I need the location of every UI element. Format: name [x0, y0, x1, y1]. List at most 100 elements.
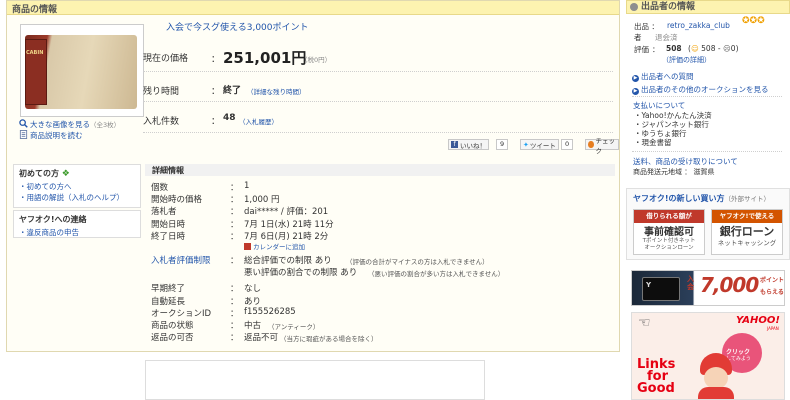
detail-value: 中古 [244, 321, 262, 331]
item-info-header: 商品の情報 [7, 1, 619, 15]
detail-value: なし [244, 284, 262, 295]
rating-breakdown: (☺ 508 - ☹0) [688, 44, 739, 53]
bad-rating-icon: ☹ [722, 44, 731, 53]
detail-label: 早期終了 [151, 284, 186, 295]
detail-label: 開始日時 [151, 219, 186, 230]
bad-count: 0 [730, 44, 736, 53]
seller-info-title: 出品者の情報 [641, 2, 696, 12]
detail-label: 開始時の価格 [151, 195, 203, 206]
beginner-title-label: 初めての方 [19, 169, 59, 178]
check-icon [588, 141, 594, 148]
good-count: 508 [701, 44, 716, 53]
divider [143, 71, 613, 72]
read-description-link[interactable]: 商品説明を読む [19, 130, 83, 141]
magnifier-icon [19, 119, 28, 128]
payment-method: ・ゆうちょ銀行 [634, 129, 687, 138]
seller-other-auctions-label: 出品者のその他のオークションを見る [641, 85, 769, 94]
loan-card-preapproval[interactable]: 借りられる額が 事前確認可 Tポイント付きネット オークションローン [633, 209, 705, 255]
image-count: （全3枚） [90, 121, 121, 129]
price-colon: ： [211, 55, 221, 65]
detail-label: 落札者 [151, 207, 177, 218]
time-detail-link[interactable]: （詳細な残り時間） [247, 86, 306, 96]
seller-info-header: 出品者の情報 [626, 0, 790, 14]
time-left-value: 終了 [223, 86, 242, 96]
child-face [704, 367, 728, 389]
pointer-hand-icon: ☜ [638, 315, 651, 331]
view-large-image-link[interactable]: 大きな画像を見る（全3枚） [19, 119, 120, 130]
loan-card-sub: ネットキャッシング [717, 239, 777, 247]
new-buy-subtitle: （外部サイト） [724, 195, 771, 203]
detail-colon: ： [230, 231, 239, 242]
bottom-ad-frame [145, 360, 485, 400]
item-thumbnail[interactable]: CABIN [20, 24, 144, 117]
payment-info-link[interactable]: 支払いについて [633, 100, 685, 111]
item-info-title: 商品の情報 [12, 5, 58, 15]
contact-title: ヤフオク!への連絡 [19, 215, 87, 224]
new-buy-title: ヤフオク!の新しい買い方（外部サイト） [633, 193, 770, 204]
like-label: いいね！ [460, 141, 486, 150]
detail-note: （アンティーク） [268, 323, 320, 331]
detail-value: 1 [244, 181, 250, 191]
loan-card-bank[interactable]: ヤフオク!で使える 銀行ローン ネットキャッシング [711, 209, 783, 255]
item-info-panel: 商品の情報 入会で今スグ使える3,000ポイント CABIN 大きな画像を見る（… [6, 0, 620, 352]
beginner-link-glossary[interactable]: ・用語の解説（入札のヘルプ） [19, 192, 124, 203]
star-rating-icon: ✪✪✪ [742, 16, 765, 26]
bid-history-link[interactable]: （入札履歴） [239, 116, 278, 126]
bids-value: 48 [223, 113, 236, 123]
rating-restriction-link[interactable]: 入札者評価制限 [151, 254, 211, 266]
twitter-bird-icon: ✦ [523, 140, 529, 149]
divider [143, 132, 613, 133]
seller-status: 退会済 [655, 33, 678, 42]
seller-other-auctions-link[interactable]: ▶ 出品者のその他のオークションを見る [632, 84, 769, 95]
payment-method-label: ジャパンネット銀行 [641, 120, 709, 129]
detail-value: f155526285 [244, 306, 296, 317]
rating-detail-link[interactable]: （評価の詳細） [662, 55, 711, 65]
detail-label: 自動延長 [151, 296, 186, 307]
detail-value: 1,000 円 [244, 195, 280, 206]
time-colon: ： [211, 87, 221, 97]
divider [143, 101, 613, 102]
bids-colon: ： [211, 117, 221, 127]
beginner-box: 初めての方 ❖ ・初めての方へ ・用語の解説（入札のヘルプ） [13, 164, 141, 208]
shipping-info-link[interactable]: 送料、商品の受け取りについて [633, 156, 738, 167]
promo-points-link[interactable]: 入会で今スグ使える3,000ポイント [166, 20, 309, 33]
detail-colon: ： [230, 219, 239, 230]
rating-value-link[interactable]: 508 [666, 44, 682, 53]
document-icon [19, 130, 28, 139]
price-label: 現在の価格 [143, 54, 189, 64]
question-seller-link[interactable]: ▶ 出品者への質問 [632, 71, 694, 82]
detail-note: （当方に瑕疵がある場合を除く） [280, 335, 378, 344]
report-violation-link[interactable]: ・違反商品の申告 [19, 227, 79, 238]
facebook-like-button[interactable]: f いいね！ [448, 139, 489, 150]
detail-colon: ： [230, 284, 239, 295]
loan-card-main: 銀行ローン [719, 225, 775, 238]
points-banner[interactable]: Y 入会 7,000 ポイント もらえる [631, 270, 785, 306]
new-buy-title-label: ヤフオク!の新しい買い方 [633, 194, 725, 203]
price-value: 251,001円 [223, 49, 307, 67]
facebook-icon: f [451, 141, 458, 148]
banner-points: 7,000 [700, 273, 759, 297]
check-button[interactable]: チェック [585, 137, 619, 155]
card-logo-text: Y [646, 281, 652, 289]
shipping-area: 商品発送元地域 ： 滋賀県 [633, 168, 715, 176]
divider [632, 96, 782, 97]
arrow-circle-icon: ▶ [632, 88, 639, 95]
seller-name-link[interactable]: retro_zakka_club [667, 21, 730, 30]
detail-colon: ： [230, 296, 239, 307]
price-tax: （税0円） [301, 56, 332, 64]
links-for-good-ad[interactable]: ☜ YAHOO! JAPAN クリック してみよう Links for Good [631, 312, 785, 400]
detail-value: 7月 1日(水) 21時 11分 [244, 219, 334, 230]
restriction-ratio-note: （悪い評価の割合が多い方は入札できません） [368, 270, 505, 279]
payment-method: ・ジャパンネット銀行 [634, 120, 709, 129]
view-large-image-label: 大きな画像を見る [30, 120, 90, 129]
details-header: 詳細情報 [145, 164, 615, 176]
calendar-add-link[interactable]: カレンダーに追加 [244, 241, 305, 251]
tweet-button[interactable]: ✦ ツイート [520, 139, 559, 150]
credit-card-image: Y [642, 277, 680, 301]
beginner-link-guide[interactable]: ・初めての方へ [19, 181, 72, 192]
restriction-total-note: （評価の合計がマイナスの方は入札できません） [346, 258, 489, 266]
payment-method: ・現金書留 [634, 138, 672, 147]
person-icon [630, 3, 638, 11]
loan-card-main: 事前確認可 [644, 227, 694, 238]
right-column: 出品者の情報 出品 ： retro_zakka_club ✪✪✪ 者 退会済 評… [626, 0, 790, 400]
